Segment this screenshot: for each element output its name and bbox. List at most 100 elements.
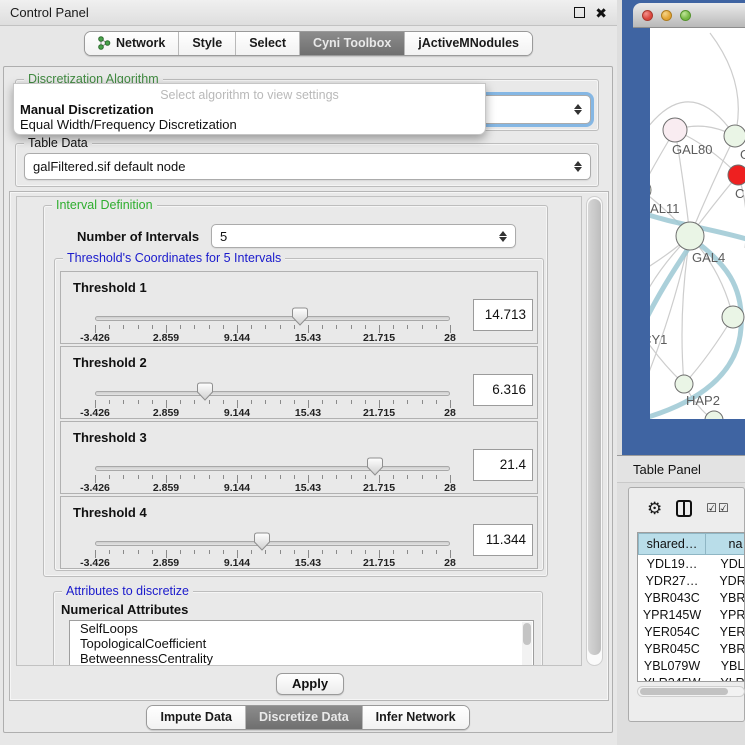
threshold-value-field[interactable]: 6.316 <box>473 374 533 406</box>
minor-tick <box>407 400 408 404</box>
tab-impute-data[interactable]: Impute Data <box>147 706 246 729</box>
tab-infer-network[interactable]: Infer Network <box>363 706 469 729</box>
minor-tick <box>322 400 323 404</box>
columns-icon[interactable] <box>676 500 692 517</box>
table-row[interactable]: YDR27…YDR2 <box>638 572 744 589</box>
tick-label: 9.144 <box>224 482 250 494</box>
table-cell: YPR1 <box>706 606 745 623</box>
minor-tick <box>436 550 437 554</box>
zoom-traffic-light-icon[interactable] <box>680 10 691 21</box>
algorithm-dropdown-popup: Select algorithm to view settings Manual… <box>13 83 486 135</box>
tab-cyni-toolbox[interactable]: Cyni Toolbox <box>300 32 405 55</box>
close-icon[interactable]: ✖ <box>595 6 607 20</box>
table-row[interactable]: YBR043CYBR0 <box>638 589 744 606</box>
slider-track[interactable] <box>95 391 450 396</box>
slider-track[interactable] <box>95 466 450 471</box>
slider-thumb[interactable] <box>196 382 214 401</box>
tab-network[interactable]: Network <box>85 32 179 55</box>
attribute-item[interactable]: SelfLoops <box>70 621 533 636</box>
number-of-intervals-select[interactable]: 5 <box>211 224 516 248</box>
column-header-2[interactable]: na <box>706 533 745 555</box>
stepper-arrows-icon <box>574 161 582 172</box>
minor-tick <box>322 325 323 329</box>
threshold-value-field[interactable]: 14.713 <box>473 299 533 331</box>
threshold-label: Threshold 4 <box>73 505 147 520</box>
minor-tick <box>123 400 124 404</box>
tab-label: Impute Data <box>160 710 232 724</box>
threshold-label: Threshold 3 <box>73 430 147 445</box>
network-node-gal4[interactable] <box>676 222 704 250</box>
minimize-traffic-light-icon[interactable] <box>661 10 672 21</box>
table-row[interactable]: YLR345WYLR3 <box>638 674 744 682</box>
settings-scrollbar-thumb[interactable] <box>588 199 601 655</box>
slider-track[interactable] <box>95 541 450 546</box>
minor-tick <box>351 550 352 554</box>
algorithm-option-equal-width[interactable]: Equal Width/Frequency Discretization <box>14 117 485 132</box>
tab-discretize-data[interactable]: Discretize Data <box>246 706 363 729</box>
attributes-group-title: Attributes to discretize <box>62 584 193 599</box>
minor-tick <box>152 475 153 479</box>
slider-thumb[interactable] <box>366 457 384 476</box>
table-cell: YBR045C <box>638 640 706 657</box>
algorithm-option-manual[interactable]: Manual Discretization <box>14 102 485 117</box>
attributes-list-scrollbar-thumb[interactable] <box>523 623 531 645</box>
attribute-item[interactable]: TopologicalCoefficient <box>70 636 533 651</box>
tab-style[interactable]: Style <box>179 32 236 55</box>
table-row[interactable]: YER054CYER0 <box>638 623 744 640</box>
minor-tick <box>294 475 295 479</box>
threshold-value-field[interactable]: 21.4 <box>473 449 533 481</box>
algorithm-hint-option[interactable]: Select algorithm to view settings <box>14 84 485 102</box>
table-hscrollbar-thumb[interactable] <box>640 688 728 695</box>
table-row[interactable]: YPR145WYPR1 <box>638 606 744 623</box>
float-window-icon[interactable] <box>574 7 585 18</box>
select-checkboxes-icon[interactable]: ☑☑ <box>706 501 730 515</box>
network-node-label: HAP2 <box>686 393 720 408</box>
slider-thumb[interactable] <box>253 532 271 551</box>
minor-tick <box>422 550 423 554</box>
minor-tick <box>436 400 437 404</box>
tab-select[interactable]: Select <box>236 32 300 55</box>
tab-jactivemnodules[interactable]: jActiveMNodules <box>405 32 532 55</box>
gear-icon[interactable]: ⚙ <box>647 500 662 517</box>
control-panel: Control Panel ✖ NetworkStyleSelectCyni T… <box>0 0 617 745</box>
threshold-value-field[interactable]: 11.344 <box>473 524 533 556</box>
network-node-gal80[interactable] <box>663 118 687 142</box>
network-node-h[interactable] <box>722 306 744 328</box>
threshold-rows: Threshold 1-3.4262.8599.14415.4321.71528… <box>60 271 538 571</box>
tick-label: 15.43 <box>295 482 321 494</box>
close-traffic-light-icon[interactable] <box>642 10 653 21</box>
apply-button[interactable]: Apply <box>276 673 344 695</box>
slider-thumb[interactable] <box>291 307 309 326</box>
table-cell: YDL1 <box>706 555 745 572</box>
table-cell: YLR3 <box>706 674 745 682</box>
minor-tick <box>180 550 181 554</box>
slider-track[interactable] <box>95 316 450 321</box>
table-data-group-title: Table Data <box>24 136 92 151</box>
minor-tick <box>265 400 266 404</box>
table-data-select[interactable]: galFiltered.sif default node <box>24 153 591 180</box>
network-node-hap2[interactable] <box>675 375 693 393</box>
minor-tick <box>223 475 224 479</box>
tab-label: Select <box>249 36 286 50</box>
column-header-1[interactable]: shared… <box>638 533 706 555</box>
network-node[interactable] <box>705 411 723 419</box>
tick-label: 15.43 <box>295 332 321 344</box>
table-row[interactable]: YDL19…YDL1 <box>638 555 744 572</box>
network-edge <box>650 321 684 384</box>
tick-label: 15.43 <box>295 407 321 419</box>
table-row[interactable]: YBL079WYBL0 <box>638 657 744 674</box>
minor-tick <box>138 325 139 329</box>
minor-tick <box>336 400 337 404</box>
top-tabbar: Network Style Select Cyni ToolboxjActiveMNo… <box>0 31 617 56</box>
table-row[interactable]: YBR045CYBR0 <box>638 640 744 657</box>
attribute-item[interactable]: BetweennessCentrality <box>70 651 533 666</box>
minor-tick <box>422 475 423 479</box>
minor-tick <box>336 550 337 554</box>
network-node-ga[interactable] <box>724 125 745 147</box>
minor-tick <box>194 550 195 554</box>
minor-tick <box>436 475 437 479</box>
tab-label: Network <box>116 36 165 50</box>
network-node-c[interactable] <box>728 165 745 185</box>
network-view-canvas[interactable]: GAL80GACGAL11GAL4GCY1HHAP2 <box>650 28 745 419</box>
threshold-row-2: Threshold 2-3.4262.8599.14415.4321.71528… <box>60 346 538 419</box>
